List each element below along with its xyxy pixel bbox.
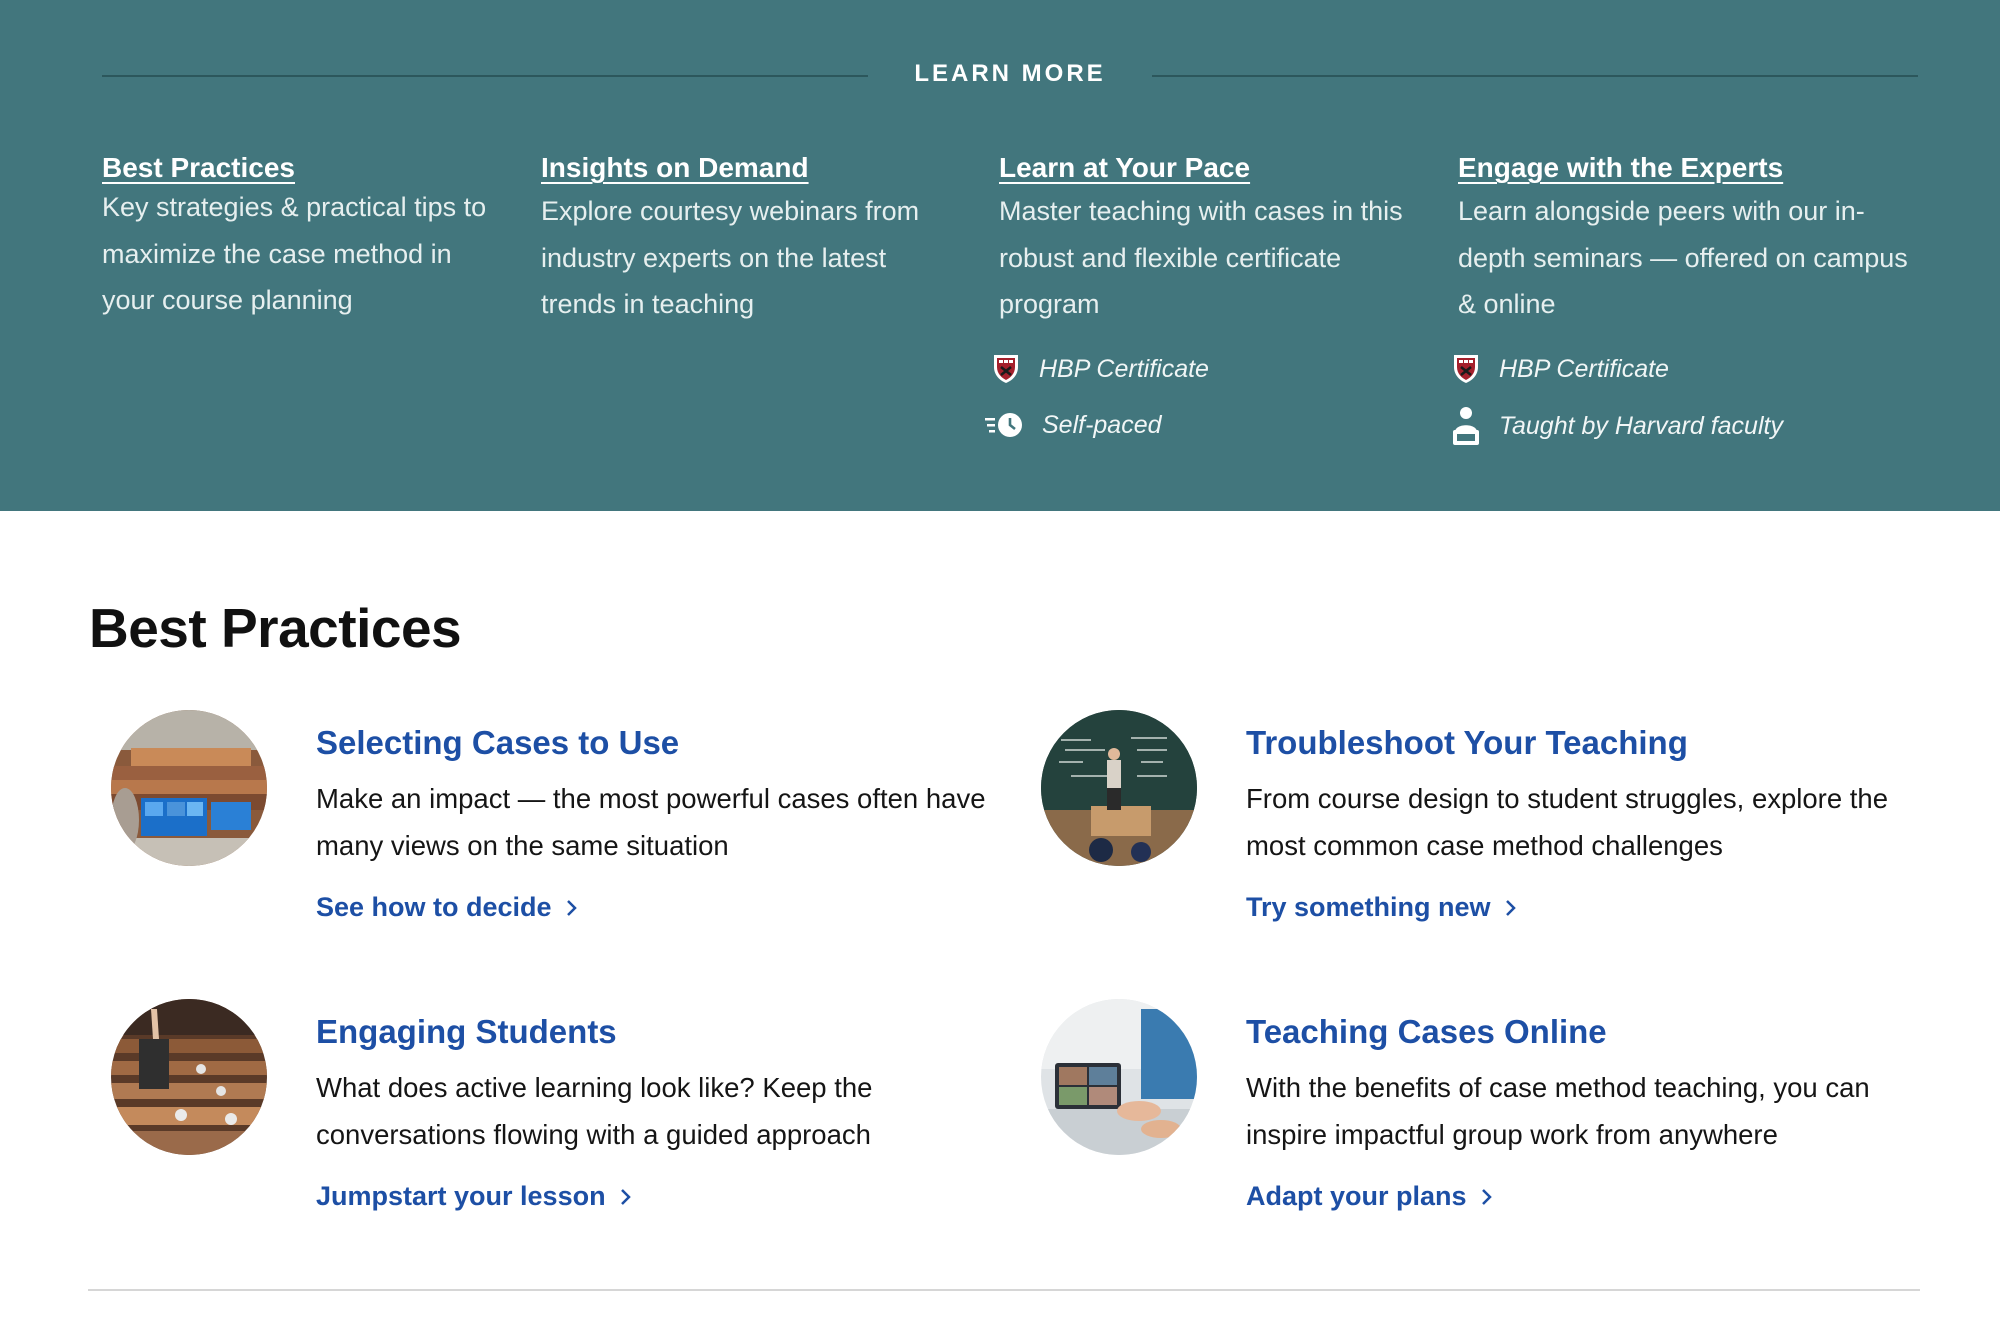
engage-with-experts-link[interactable]: Engage with the Experts (1458, 150, 1783, 186)
learn-at-your-pace-link[interactable]: Learn at Your Pace (999, 150, 1250, 186)
learn-column-best-practices: Best Practices Key strategies & practica… (102, 150, 502, 324)
card-description: From course design to student struggles,… (1246, 783, 1889, 861)
engaging-students-title-link[interactable]: Engaging Students (316, 1013, 617, 1051)
insights-on-demand-link[interactable]: Insights on Demand (541, 150, 809, 186)
card-description: With the benefits of case method teachin… (1246, 1072, 1870, 1150)
meta-self-paced: Self-paced (984, 408, 1162, 442)
self-paced-clock-icon (984, 408, 1026, 442)
best-practices-link[interactable]: Best Practices (102, 150, 295, 186)
learn-more-section: LEARN MORE Best Practices Key strategies… (0, 0, 2000, 511)
card-engaging-students: Engaging Students What does active learn… (90, 999, 970, 1239)
meta-harvard-faculty: Taught by Harvard faculty (1449, 406, 1783, 446)
hbp-shield-icon (989, 352, 1023, 386)
meta-label: HBP Certificate (1039, 354, 1209, 383)
section-divider (88, 1289, 1920, 1291)
meta-label: Self-paced (1042, 410, 1162, 439)
video-call-laptop-photo (1041, 999, 1197, 1155)
best-practices-description: Key strategies & practical tips to maxim… (102, 192, 487, 315)
hbp-shield-icon (1449, 352, 1483, 386)
troubleshoot-teaching-title-link[interactable]: Troubleshoot Your Teaching (1246, 724, 1688, 762)
teaching-cases-online-title-link[interactable]: Teaching Cases Online (1246, 1013, 1607, 1051)
selecting-cases-title-link[interactable]: Selecting Cases to Use (316, 724, 679, 762)
adapt-your-plans-link[interactable]: Adapt your plans (1246, 1181, 1493, 1212)
card-description: Make an impact — the most powerful cases… (316, 783, 986, 861)
chevron-right-icon (1505, 898, 1517, 918)
try-something-new-link[interactable]: Try something new (1246, 892, 1517, 923)
chevron-right-icon (620, 1187, 632, 1207)
meta-hbp-certificate: HBP Certificate (1449, 352, 1669, 386)
meta-hbp-certificate: HBP Certificate (989, 352, 1209, 386)
instructor-icon (1449, 406, 1483, 446)
chevron-right-icon (1481, 1187, 1493, 1207)
learn-column-experts: Engage with the Experts Learn alongside … (1458, 150, 1918, 328)
link-label: See how to decide (316, 892, 552, 922)
best-practices-heading: Best Practices (89, 597, 462, 659)
insights-description: Explore courtesy webinars from industry … (541, 196, 920, 319)
see-how-to-decide-link[interactable]: See how to decide (316, 892, 578, 923)
card-selecting-cases: Selecting Cases to Use Make an impact — … (90, 710, 986, 950)
lecture-hall-photo (111, 710, 267, 866)
chalkboard-teacher-photo (1041, 710, 1197, 866)
experts-description: Learn alongside peers with our in-depth … (1458, 196, 1908, 319)
card-description: What does active learning look like? Kee… (316, 1072, 873, 1150)
jumpstart-your-lesson-link[interactable]: Jumpstart your lesson (316, 1181, 632, 1212)
learn-column-insights: Insights on Demand Explore courtesy webi… (541, 150, 961, 328)
link-label: Try something new (1246, 892, 1491, 922)
meta-label: Taught by Harvard faculty (1499, 411, 1783, 440)
card-troubleshoot-teaching: Troubleshoot Your Teaching From course d… (1020, 710, 1900, 950)
learn-column-pace: Learn at Your Pace Master teaching with … (999, 150, 1419, 328)
link-label: Adapt your plans (1246, 1181, 1467, 1211)
chevron-right-icon (566, 898, 578, 918)
divider-left (102, 75, 868, 77)
pace-description: Master teaching with cases in this robus… (999, 196, 1403, 319)
raised-hand-classroom-photo (111, 999, 267, 1155)
meta-label: HBP Certificate (1499, 354, 1669, 383)
card-teaching-online: Teaching Cases Online With the benefits … (1020, 999, 1900, 1239)
learn-more-heading: LEARN MORE (914, 60, 1106, 87)
divider-right (1152, 75, 1918, 77)
link-label: Jumpstart your lesson (316, 1181, 606, 1211)
